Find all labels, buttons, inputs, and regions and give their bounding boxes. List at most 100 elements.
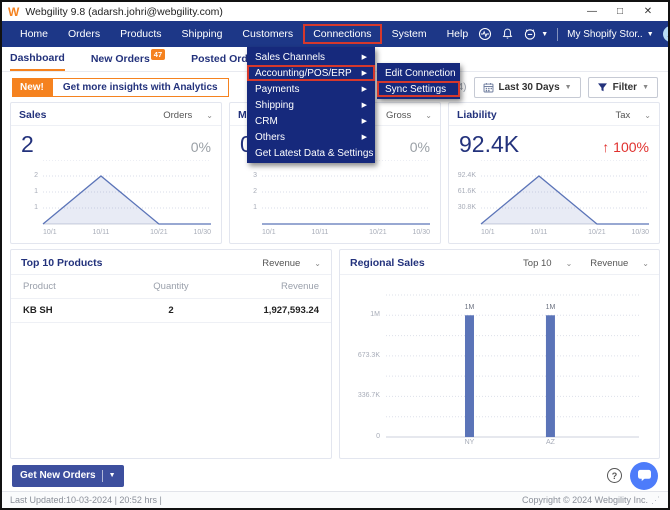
regional-metric-selector[interactable]: Revenue⌄	[590, 258, 649, 269]
menu-item-accounting-pos-erp[interactable]: Accounting/POS/ERP▶	[247, 65, 375, 81]
regional-sales-panel: Regional Sales Top 10⌄ Revenue⌄ 1M673.3K…	[339, 249, 660, 459]
column-header-product: Product	[23, 281, 127, 292]
liability-area-chart: 30.8K61.6K92.4K10/110/1110/2110/30	[455, 160, 653, 236]
submenu-item-edit-connection[interactable]: Edit Connection	[377, 65, 460, 81]
menu-item-crm[interactable]: CRM▶	[247, 113, 375, 129]
menu-shipping[interactable]: Shipping	[172, 24, 233, 44]
footer-actions: Get New Orders ▼ ?	[12, 462, 658, 489]
scheduler-clock-icon[interactable]: ▼	[523, 27, 548, 41]
avatar[interactable]: A	[663, 26, 670, 42]
regional-sales-title: Regional Sales	[350, 257, 425, 269]
webgility-logo-icon: W	[8, 5, 19, 19]
maximize-button[interactable]: □	[606, 6, 634, 17]
bottom-panels-row: Top 10 Products Revenue⌄ Product Quantit…	[10, 249, 660, 459]
chevron-down-icon: ▼	[647, 31, 654, 38]
sales-value: 2	[21, 131, 34, 158]
last-updated-label: Last Updated:10-03-2024 | 20:52 hrs |	[10, 495, 162, 505]
menu-home[interactable]: Home	[10, 24, 58, 44]
title-bar: W Webgility 9.8 (adarsh.johri@webgility.…	[2, 2, 668, 21]
help-icon[interactable]: ?	[607, 468, 622, 483]
regional-top-selector[interactable]: Top 10⌄	[523, 258, 572, 269]
menu-customers[interactable]: Customers	[232, 24, 303, 44]
chevron-down-icon: ⌄	[642, 259, 649, 268]
sales-card-title: Sales	[19, 109, 46, 121]
menu-item-payments[interactable]: Payments▶	[247, 81, 375, 97]
submenu-arrow-icon: ▶	[362, 68, 367, 79]
chevron-down-icon: ⌄	[314, 259, 321, 268]
top-products-metric-selector[interactable]: Revenue⌄	[262, 258, 321, 269]
sales-area-chart: 11210/110/1110/2110/30	[17, 160, 215, 236]
tab-new-orders[interactable]: New Orders47	[91, 48, 165, 70]
chevron-down-icon: ⌄	[644, 111, 651, 120]
top-products-table: Product Quantity Revenue KB SH 2 1,927,5…	[11, 275, 331, 323]
main-menu-bar: Home Orders Products Shipping Customers …	[2, 21, 668, 47]
menu-item-sales-channels[interactable]: Sales Channels▶	[247, 49, 375, 65]
status-bar: Last Updated:10-03-2024 | 20:52 hrs | Co…	[2, 491, 668, 508]
chevron-down-icon: ⌄	[566, 259, 573, 268]
tab-dashboard[interactable]: Dashboard	[10, 47, 65, 71]
liability-change: ↑ 100%	[602, 139, 649, 155]
get-new-orders-button[interactable]: Get New Orders ▼	[12, 465, 124, 487]
margin-metric-selector[interactable]: Gross⌄	[386, 110, 432, 121]
submenu-item-sync-settings[interactable]: Sync Settings	[377, 81, 460, 97]
sales-card: Sales Orders⌄ 2 0% 11210/110/1110/2110/3…	[10, 102, 222, 244]
top-products-title: Top 10 Products	[21, 257, 102, 269]
liability-card-title: Liability	[457, 109, 497, 121]
copyright-label: Copyright © 2024 Webgility Inc.	[522, 495, 648, 505]
app-window: W Webgility 9.8 (adarsh.johri@webgility.…	[0, 0, 670, 510]
menu-orders[interactable]: Orders	[58, 24, 110, 44]
submenu-arrow-icon: ▶	[362, 84, 367, 95]
connections-dropdown-menu: Sales Channels▶ Accounting/POS/ERP▶ Paym…	[247, 47, 375, 163]
calendar-icon	[483, 82, 494, 93]
submenu-arrow-icon: ▶	[362, 100, 367, 111]
liability-metric-selector[interactable]: Tax⌄	[616, 110, 652, 121]
submenu-arrow-icon: ▶	[362, 116, 367, 127]
accounting-submenu: Edit Connection Sync Settings	[377, 63, 460, 99]
analytics-insights-button[interactable]: Get more insights with Analytics	[52, 78, 229, 97]
filter-button[interactable]: Filter ▼	[588, 77, 658, 98]
new-orders-count-badge: 47	[151, 49, 165, 60]
menu-system[interactable]: System	[382, 24, 437, 44]
close-button[interactable]: ✕	[634, 6, 662, 17]
window-title: Webgility 9.8 (adarsh.johri@webgility.co…	[25, 6, 223, 18]
margin-change: 0%	[410, 139, 430, 155]
chevron-down-icon: ▼	[541, 31, 548, 38]
chevron-down-icon: ⌄	[425, 111, 432, 120]
chevron-down-icon: ▼	[109, 472, 116, 479]
sales-metric-selector[interactable]: Orders⌄	[163, 110, 213, 121]
table-row[interactable]: KB SH 2 1,927,593.24	[11, 299, 331, 323]
minimize-button[interactable]: —	[578, 6, 606, 17]
store-selector[interactable]: My Shopify Stor.. ▼	[567, 29, 654, 40]
submenu-arrow-icon: ▶	[362, 52, 367, 63]
quantity-cell: 2	[127, 305, 214, 316]
regional-sales-bar-chart: 1M673.3K336.7K01MNY1MAZ	[346, 277, 653, 449]
column-header-quantity: Quantity	[127, 281, 214, 292]
menu-item-shipping[interactable]: Shipping▶	[247, 97, 375, 113]
chevron-down-icon: ▼	[565, 84, 572, 91]
product-cell: KB SH	[23, 305, 127, 316]
menu-products[interactable]: Products	[110, 24, 171, 44]
menu-connections[interactable]: Connections	[303, 24, 381, 44]
date-range-picker[interactable]: Last 30 Days ▼	[474, 77, 581, 98]
liability-value: 92.4K	[459, 131, 519, 158]
chevron-down-icon: ▼	[642, 84, 649, 91]
menu-help[interactable]: Help	[437, 24, 479, 44]
revenue-cell: 1,927,593.24	[215, 305, 319, 316]
column-header-revenue: Revenue	[215, 281, 319, 292]
chevron-down-icon: ⌄	[206, 111, 213, 120]
funnel-icon	[597, 82, 608, 93]
table-header-row: Product Quantity Revenue	[11, 275, 331, 299]
new-badge: New!	[12, 78, 52, 97]
margin-area-chart: 12310/110/1110/2110/30	[236, 160, 434, 236]
divider	[102, 470, 103, 482]
notifications-bell-icon[interactable]	[501, 27, 514, 41]
resize-grip[interactable]: ⋰	[651, 495, 660, 506]
submenu-arrow-icon: ▶	[362, 132, 367, 143]
menu-item-get-latest-data[interactable]: Get Latest Data & Settings	[247, 145, 375, 161]
chat-bubble-icon[interactable]	[630, 462, 658, 490]
menu-item-others[interactable]: Others▶	[247, 129, 375, 145]
liability-card: Liability Tax⌄ 92.4K ↑ 100% 30.8K61.6K92…	[448, 102, 660, 244]
divider	[557, 28, 558, 41]
sales-change: 0%	[191, 139, 211, 155]
activity-icon[interactable]	[478, 27, 492, 41]
